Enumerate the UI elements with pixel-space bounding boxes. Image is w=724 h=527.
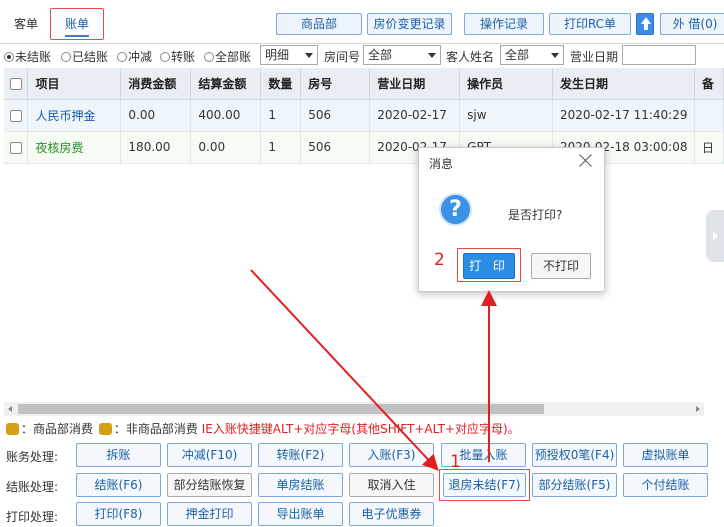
annotation-arrows xyxy=(250,269,497,471)
arrow-to-checkout xyxy=(250,269,439,471)
